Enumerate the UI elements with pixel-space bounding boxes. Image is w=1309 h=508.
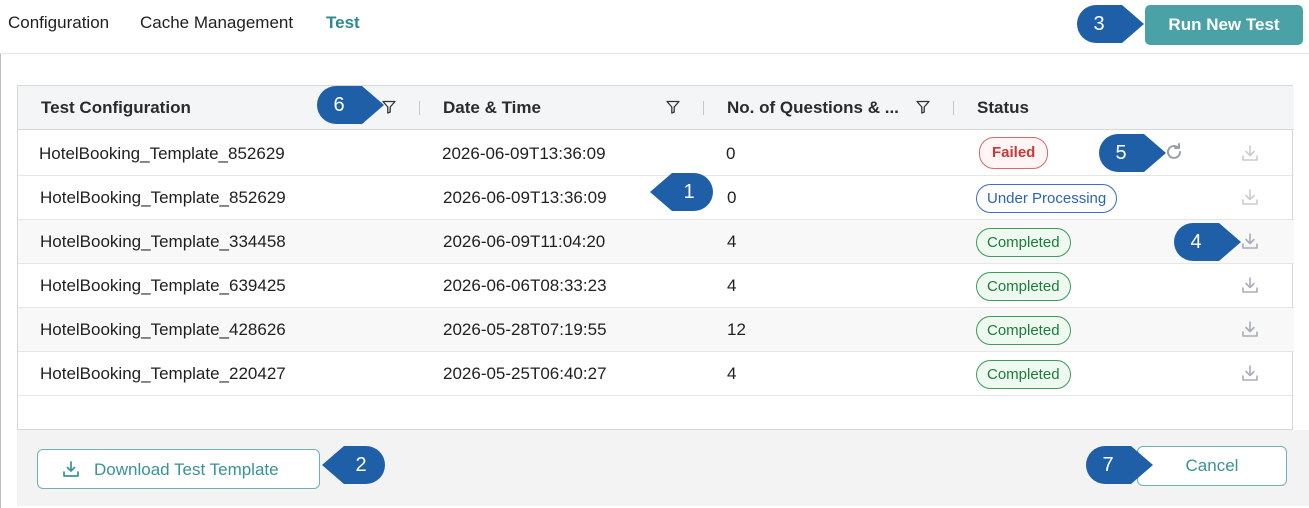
callout-marker: 3: [1076, 4, 1144, 44]
column-header-status: Status: [977, 98, 1029, 117]
cell-test-configuration: HotelBooking_Template_639425: [40, 276, 286, 295]
column-header-test-configuration: Test Configuration: [41, 98, 191, 117]
download-icon[interactable]: [1240, 363, 1260, 383]
callout-marker: 4: [1173, 222, 1241, 262]
status-badge: Completed: [976, 228, 1071, 257]
callout-number: 6: [333, 94, 345, 116]
cell-questions: 12: [727, 320, 746, 339]
download-icon[interactable]: [1240, 143, 1260, 163]
table-row[interactable]: HotelBooking_Template_428626 2026-05-28T…: [18, 308, 1294, 352]
table-header: Test Configuration Date & Time No. of Qu…: [18, 86, 1294, 130]
status-badge: Completed: [976, 272, 1071, 301]
callout-marker: 2: [320, 445, 386, 485]
run-new-test-button[interactable]: Run New Test: [1145, 5, 1303, 45]
filter-icon[interactable]: [916, 100, 930, 114]
cell-date-time: 2026-06-09T13:36:09: [443, 188, 607, 207]
cell-questions: 4: [727, 276, 737, 295]
cell-test-configuration: HotelBooking_Template_428626: [40, 320, 286, 339]
cell-test-configuration: HotelBooking_Template_220427: [40, 364, 286, 383]
cell-questions: 0: [727, 188, 737, 207]
callout-number: 5: [1115, 142, 1127, 164]
table-row[interactable]: HotelBooking_Template_220427 2026-05-25T…: [18, 352, 1294, 396]
table-row[interactable]: HotelBooking_Template_334458 2026-06-09T…: [18, 220, 1294, 264]
callout-marker: 6: [316, 85, 384, 125]
cell-questions: 0: [726, 144, 736, 163]
filter-icon[interactable]: [666, 100, 680, 114]
cell-date-time: 2026-05-25T06:40:27: [443, 364, 607, 383]
cancel-button[interactable]: Cancel: [1137, 446, 1287, 486]
tab-test[interactable]: Test: [326, 13, 360, 33]
cell-test-configuration: HotelBooking_Template_334458: [40, 232, 286, 251]
callout-number: 1: [683, 181, 695, 203]
tab-configuration[interactable]: Configuration: [8, 13, 109, 33]
column-header-date-time: Date & Time: [443, 98, 541, 117]
download-icon[interactable]: [1240, 275, 1260, 295]
callout-marker: 7: [1085, 445, 1153, 485]
column-header-questions: No. of Questions & ...: [727, 98, 899, 117]
callout-marker: 1: [648, 172, 714, 212]
column-separator: [953, 101, 954, 115]
download-test-template-button[interactable]: Download Test Template: [37, 449, 320, 489]
callout-number: 4: [1190, 231, 1202, 253]
download-icon[interactable]: [1240, 319, 1260, 339]
column-separator: [703, 101, 704, 115]
cell-date-time: 2026-06-09T11:04:20: [443, 232, 606, 251]
cell-date-time: 2026-06-06T08:33:23: [443, 276, 607, 295]
callout-marker: 5: [1098, 133, 1166, 173]
download-test-template-label: Download Test Template: [94, 460, 279, 479]
callout-number: 7: [1102, 454, 1114, 476]
tab-cache-management[interactable]: Cache Management: [140, 13, 293, 33]
status-badge: Completed: [976, 360, 1071, 389]
download-icon[interactable]: [1240, 187, 1260, 207]
column-separator: [419, 101, 420, 115]
cell-questions: 4: [727, 364, 737, 383]
status-badge: Failed: [979, 137, 1049, 169]
callout-number: 3: [1093, 13, 1105, 35]
status-badge: Completed: [976, 316, 1071, 345]
cell-date-time: 2026-05-28T07:19:55: [443, 320, 607, 339]
cell-date-time: 2026-06-09T13:36:09: [442, 144, 606, 163]
callout-number: 2: [355, 454, 367, 476]
download-icon[interactable]: [1240, 231, 1260, 251]
cell-questions: 4: [727, 232, 737, 251]
table-row[interactable]: HotelBooking_Template_639425 2026-06-06T…: [18, 264, 1294, 308]
cell-test-configuration: HotelBooking_Template_852629: [40, 188, 286, 207]
cell-test-configuration: HotelBooking_Template_852629: [39, 144, 285, 163]
status-badge: Under Processing: [976, 184, 1118, 213]
download-icon: [63, 461, 79, 477]
